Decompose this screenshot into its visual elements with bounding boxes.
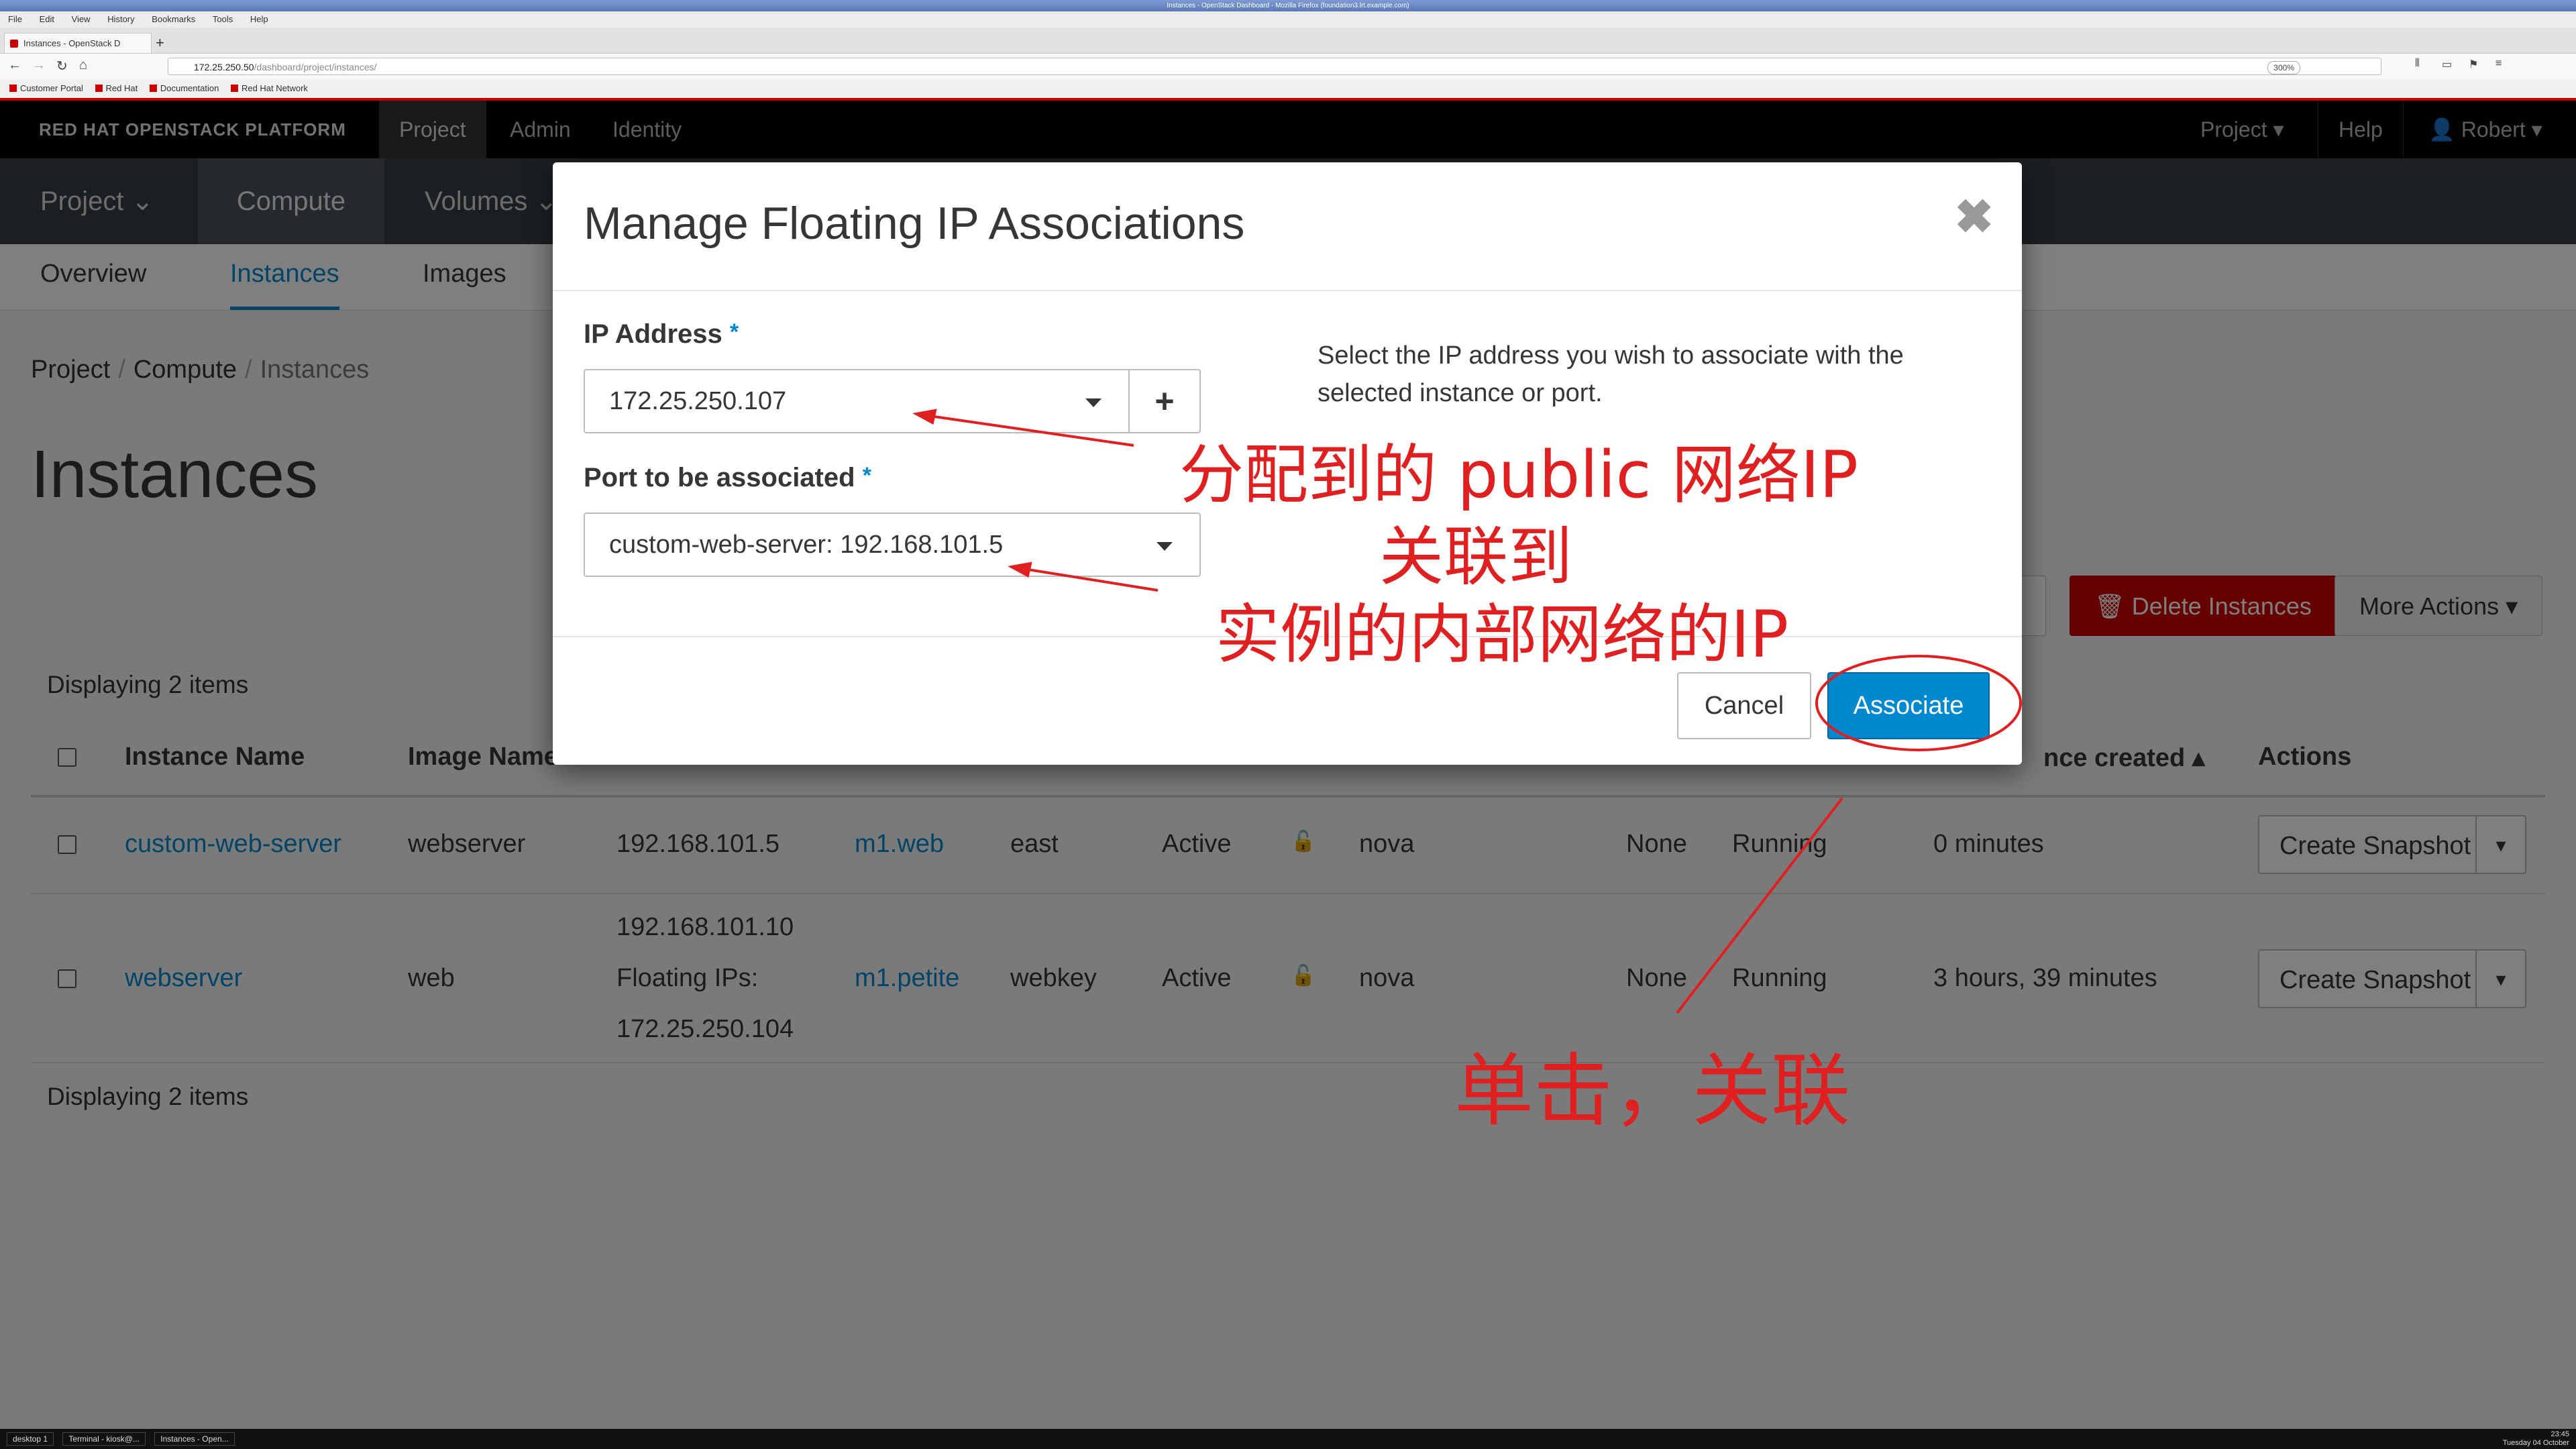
associate-highlight-circle (1815, 655, 2022, 751)
arrow-to-associate (1676, 797, 1843, 1014)
taskbar-firefox[interactable]: Instances - Open... (154, 1432, 235, 1446)
taskbar-desktop[interactable]: desktop 1 (7, 1432, 54, 1446)
arrow-to-port (1015, 566, 1159, 592)
arrow-head (1008, 561, 1032, 578)
clock-date: Tuesday 04 October (2502, 1439, 2569, 1447)
annotation-public-ip: 分配到的 public 网络IP (1179, 437, 1859, 513)
annotation-click-associate: 单击，关联 (1454, 1044, 1851, 1137)
annotation-layer (912, 409, 2022, 1014)
arrow-head (912, 409, 937, 425)
taskbar-terminal[interactable]: Terminal - kiosk@... (62, 1432, 146, 1446)
system-tray: 23:45 Tuesday 04 October (2503, 1429, 2569, 1448)
annotation-internal-ip: 实例的内部网络的IP (1216, 597, 1789, 672)
arrow-to-ip (920, 413, 1134, 447)
clock-time: 23:45 (2551, 1430, 2569, 1438)
os-taskbar: desktop 1 Terminal - kiosk@... Instances… (0, 1429, 2576, 1449)
